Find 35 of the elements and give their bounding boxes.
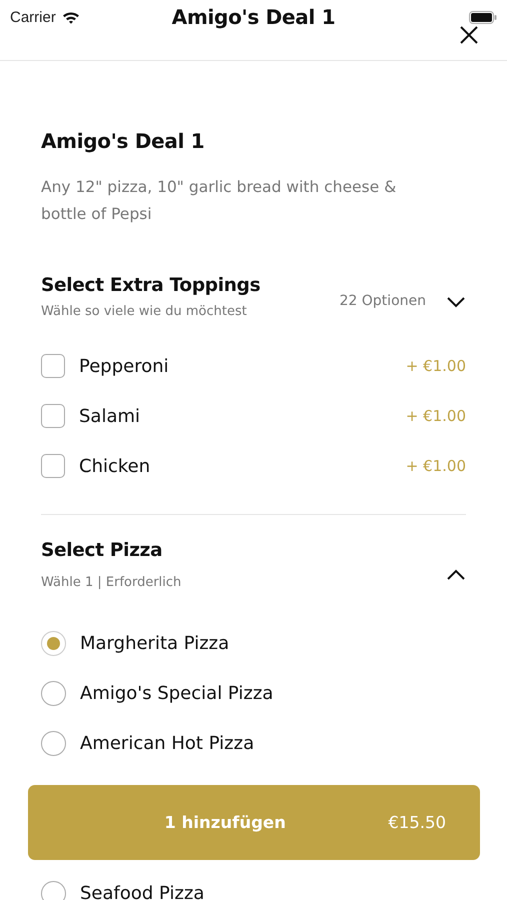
radio-button[interactable] <box>41 680 66 706</box>
close-icon <box>459 25 479 45</box>
collapse-button[interactable] <box>446 296 466 308</box>
section-title: Select Extra Toppings <box>41 274 262 298</box>
section-subtitle: Wähle so viele wie du möchtest <box>41 304 248 319</box>
checkbox[interactable] <box>41 454 65 478</box>
checkbox[interactable] <box>41 354 65 378</box>
option-label: Salami <box>79 406 142 426</box>
option-label: Seafood Pizza <box>80 882 206 900</box>
option-label: Amigo's Special Pizza <box>80 682 274 704</box>
battery-icon <box>469 10 497 24</box>
section-title: Select Pizza <box>41 539 164 563</box>
radio-button[interactable] <box>41 730 66 756</box>
close-button[interactable] <box>459 25 479 45</box>
section-subtitle: Wähle 1 | Erforderlich <box>41 575 182 590</box>
carrier-label: Carrier <box>10 8 56 26</box>
option-label: Chicken <box>79 456 152 476</box>
chevron-down-icon <box>446 296 466 308</box>
radio-button[interactable] <box>41 880 66 900</box>
add-to-cart-button[interactable]: 1 hinzufügen €15.50 <box>28 785 480 860</box>
radio-button[interactable] <box>41 630 66 656</box>
option-count: 22 Optionen <box>340 292 426 308</box>
option-price: + €1.00 <box>406 407 466 425</box>
option-price: + €1.00 <box>406 357 466 375</box>
product-description: Any 12" pizza, 10" garlic bread with cheese & bottle of Pepsi <box>41 177 398 225</box>
option-label: Margherita Pizza <box>80 632 230 654</box>
option-label: Pepperoni <box>79 356 170 376</box>
screen-title: Amigo's Deal 1 <box>172 5 336 29</box>
option-price: + €1.00 <box>406 457 466 475</box>
chevron-up-icon <box>446 568 466 580</box>
wifi-icon <box>62 10 80 24</box>
product-title: Amigo's Deal 1 <box>41 128 206 155</box>
option-label: American Hot Pizza <box>80 732 256 754</box>
collapse-button[interactable] <box>446 568 466 580</box>
checkbox[interactable] <box>41 404 65 428</box>
